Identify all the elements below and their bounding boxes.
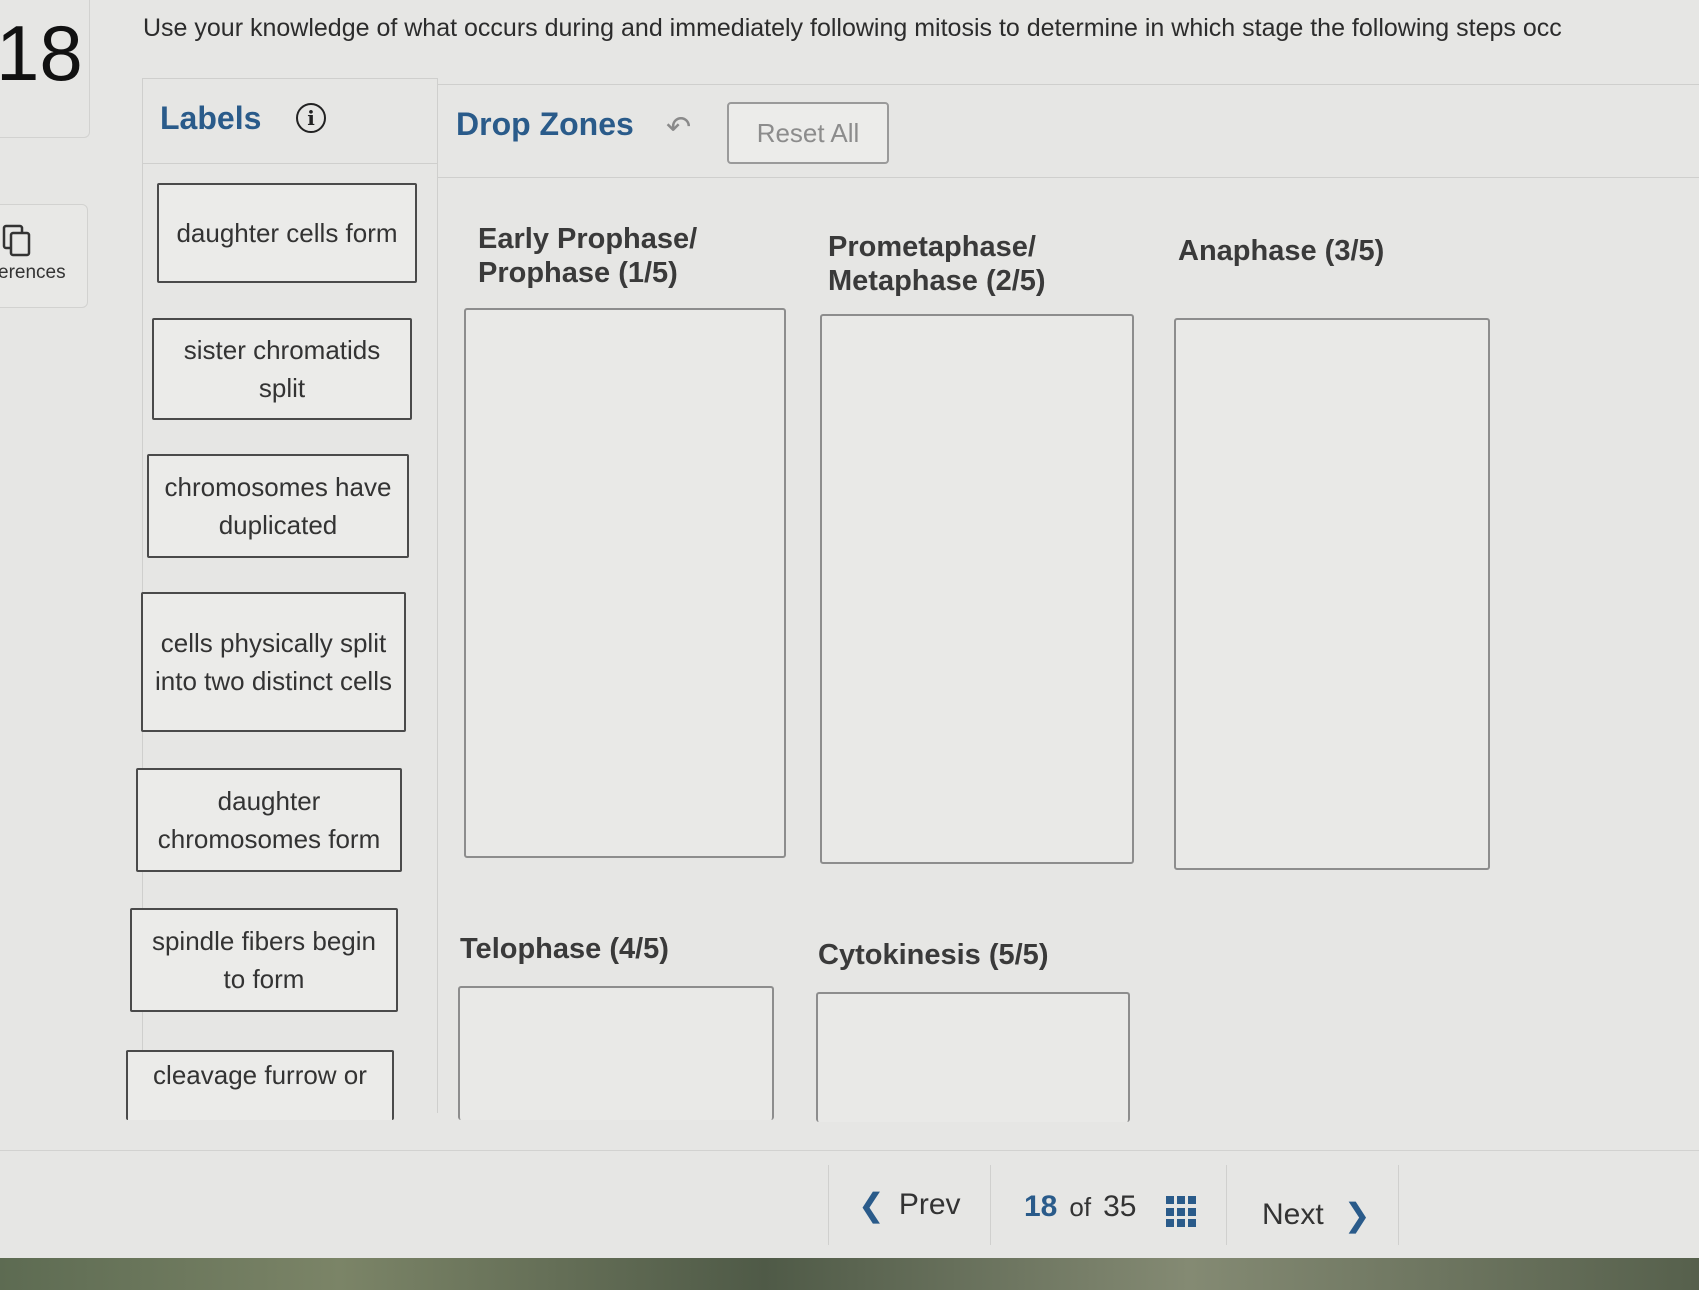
label-card[interactable]: daughter chromosomes form xyxy=(136,768,402,872)
label-card[interactable]: cleavage furrow or xyxy=(126,1050,394,1120)
copy-stack-icon xyxy=(2,224,32,258)
nav-separator xyxy=(990,1165,991,1245)
zone-title-anaphase: Anaphase (3/5) xyxy=(1178,235,1385,267)
desktop-background-strip xyxy=(0,1258,1699,1290)
chevron-left-icon: ❮ xyxy=(858,1187,885,1223)
question-prompt: Use your knowledge of what occurs during… xyxy=(143,14,1562,42)
zone-title-metaphase: Prometaphase/ Metaphase (2/5) xyxy=(828,231,1046,297)
label-card[interactable]: cells physically split into two distinct… xyxy=(141,592,406,732)
nav-separator xyxy=(828,1165,829,1245)
drop-zone-cytokinesis[interactable] xyxy=(816,992,1130,1122)
label-card[interactable]: sister chromatids split xyxy=(152,318,412,420)
reset-all-button[interactable]: Reset All xyxy=(727,102,889,164)
page-indicator: 18 of 35 xyxy=(1024,1190,1137,1223)
prev-button[interactable]: ❮ Prev xyxy=(858,1186,961,1224)
info-icon[interactable]: i xyxy=(296,103,326,133)
references-label: erences xyxy=(0,262,66,283)
zone-title-prophase: Early Prophase/ Prophase (1/5) xyxy=(478,223,698,289)
drop-zones-title: Drop Zones xyxy=(456,106,634,142)
drop-zone-metaphase[interactable] xyxy=(820,314,1134,864)
drop-zone-prophase[interactable] xyxy=(464,308,786,858)
zone-title-telophase: Telophase (4/5) xyxy=(460,933,669,965)
label-card[interactable]: daughter cells form xyxy=(157,183,417,283)
zone-title-cytokinesis: Cytokinesis (5/5) xyxy=(818,939,1049,971)
nav-separator xyxy=(1398,1165,1399,1245)
grid-menu-icon[interactable] xyxy=(1166,1196,1196,1228)
undo-arrow-icon[interactable]: ↶ xyxy=(666,110,691,145)
labels-title: Labels xyxy=(160,100,262,136)
nav-separator xyxy=(1226,1165,1227,1245)
chevron-right-icon: ❯ xyxy=(1343,1197,1371,1233)
drop-zone-telophase[interactable] xyxy=(458,986,774,1120)
label-card[interactable]: spindle fibers begin to form xyxy=(130,908,398,1012)
question-number: 18 xyxy=(0,9,83,97)
next-button[interactable]: Next ❯ xyxy=(1262,1196,1371,1234)
drop-zone-anaphase[interactable] xyxy=(1174,318,1490,870)
footer-bar xyxy=(0,1150,1699,1260)
label-card[interactable]: chromosomes have duplicated xyxy=(147,454,409,558)
